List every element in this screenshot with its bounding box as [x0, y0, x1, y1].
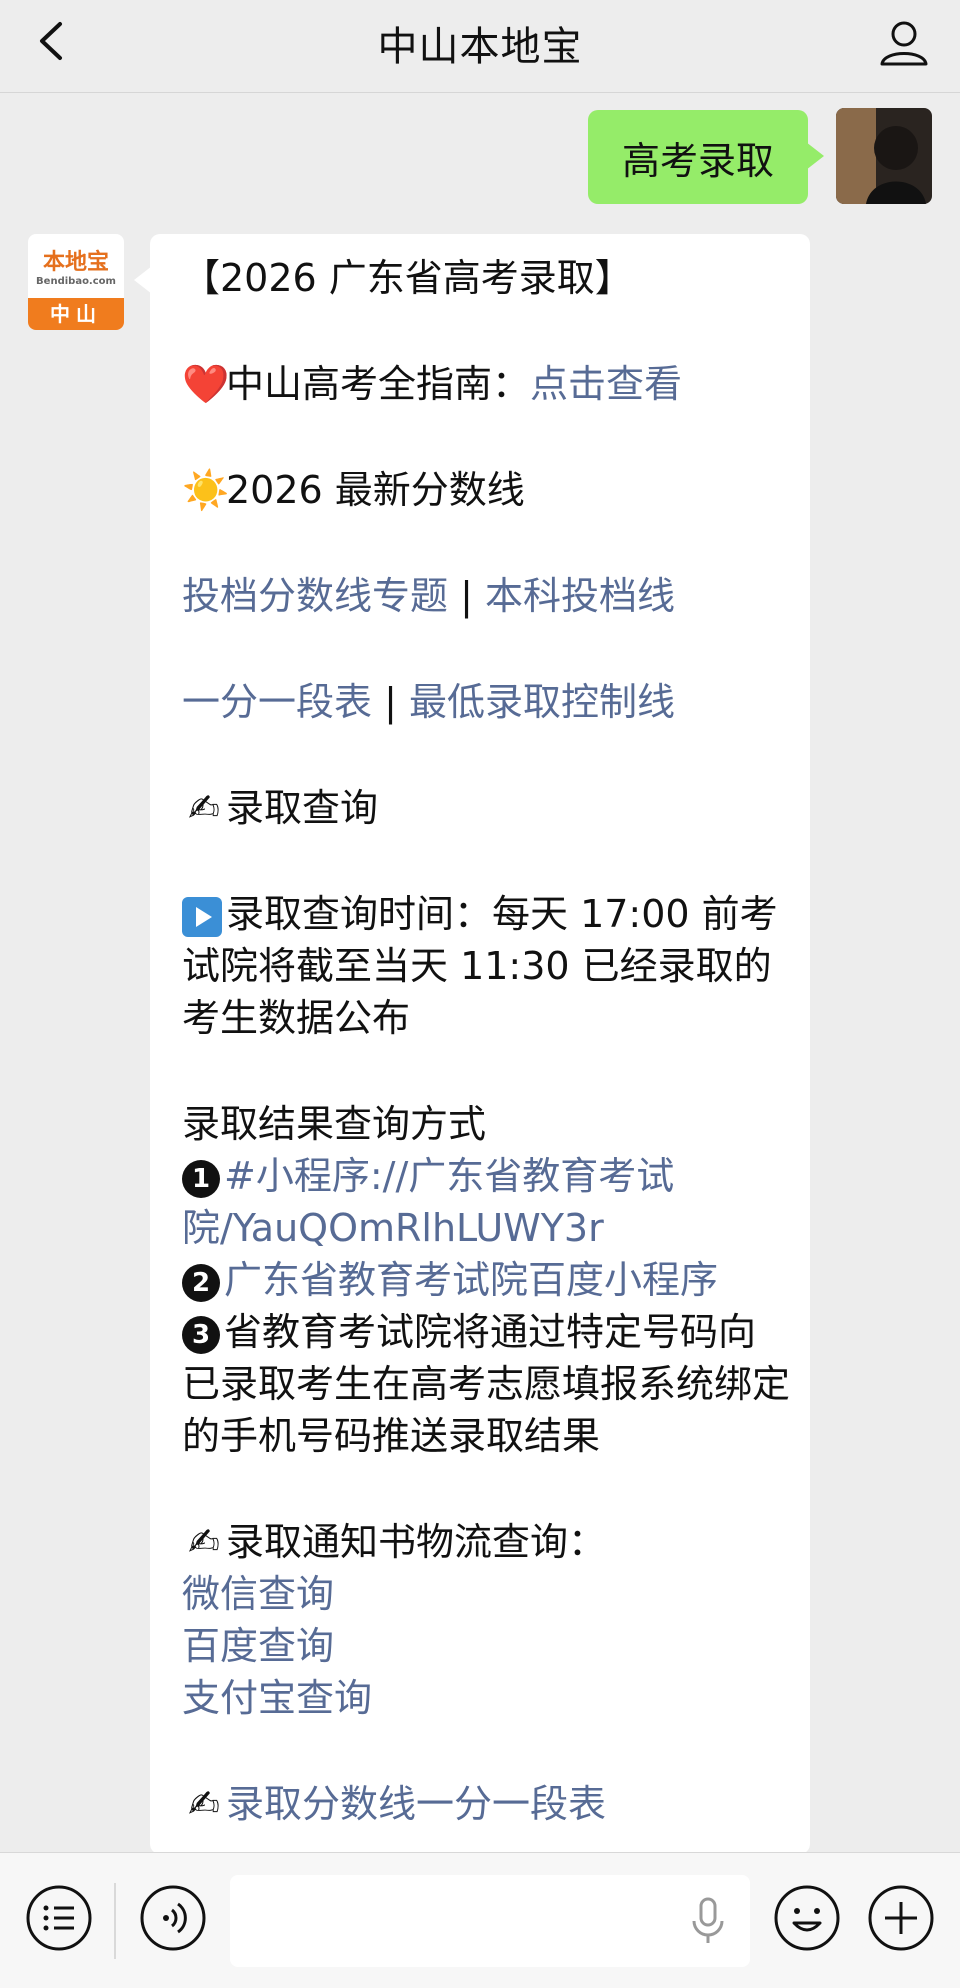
number-3-icon: 3 [182, 1315, 220, 1354]
menu-list-icon[interactable] [24, 1883, 94, 1953]
outgoing-message-text: 高考录取 [621, 138, 774, 183]
message-body: 【2026 广东省高考录取】 ❤️中山高考全指南：点击查看 ☀️2026 最新分… [182, 252, 790, 1830]
voice-input-icon[interactable] [138, 1883, 208, 1953]
sun-icon: ☀️ [182, 468, 230, 512]
toudang-topic-link[interactable]: 投档分数线专题 [182, 574, 448, 618]
emoji-icon[interactable] [772, 1883, 842, 1953]
method-1: 1 #小程序://广东省教育考试院/YauQOmRlhLUWY3r [182, 1150, 790, 1254]
bot-logo-band: 中山 [28, 298, 124, 330]
guide-link[interactable]: 点击查看 [530, 362, 682, 406]
outgoing-message-bubble[interactable]: 高考录取 [588, 110, 824, 204]
microphone-icon[interactable] [688, 1893, 728, 1949]
wechat-query-link[interactable]: 微信查询 [182, 1572, 334, 1616]
last-heading: ✍ 录取分数线一分一段表 [182, 1778, 790, 1830]
bot-avatar[interactable]: 本地宝 Bendibao.com 中山 [28, 234, 124, 330]
baidu-query-link[interactable]: 百度查询 [182, 1624, 334, 1668]
message-input[interactable] [230, 1875, 750, 1967]
benke-link[interactable]: 本科投档线 [485, 574, 675, 618]
writing-hand-icon: ✍ [188, 1520, 220, 1564]
message-title: 【2026 广东省高考录取】 [182, 256, 633, 300]
bot-logo-text: 本地宝 [42, 250, 109, 275]
query-heading: ✍ 录取查询 [182, 782, 790, 834]
guide-prefix: 中山高考全指南： [226, 362, 531, 406]
chat-header: 中山本地宝 [0, 0, 960, 93]
notice-heading: ✍ 录取通知书物流查询： [182, 1516, 790, 1568]
chat-title: 中山本地宝 [377, 24, 583, 70]
guide-line: ❤️中山高考全指南：点击查看 [182, 358, 790, 410]
query-time: 录取查询时间：每天 17:00 前考试院将截至当天 11:30 已经录取的考生数… [182, 892, 778, 1040]
score-links-row-2: 一分一段表 | 最低录取控制线 [182, 680, 675, 724]
baidu-mini-program-link[interactable]: 广东省教育考试院百度小程序 [224, 1258, 718, 1302]
writing-hand-icon: ✍ [188, 786, 220, 830]
alipay-query-link[interactable]: 支付宝查询 [182, 1676, 372, 1720]
yifen-link[interactable]: 一分一段表 [182, 680, 372, 724]
writing-hand-icon: ✍ [188, 1782, 220, 1826]
score-heading: ☀️2026 最新分数线 [182, 464, 790, 516]
number-1-icon: 1 [182, 1159, 220, 1198]
mini-program-link[interactable]: #小程序://广东省教育考试院/YauQOmRlhLUWY3r [182, 1154, 674, 1250]
number-2-icon: 2 [182, 1263, 220, 1302]
add-icon[interactable] [866, 1883, 936, 1953]
play-icon [182, 896, 222, 937]
score-table-link[interactable]: 录取分数线一分一段表 [226, 1782, 606, 1826]
avatar-photo [836, 108, 932, 204]
method-2: 2 广东省教育考试院百度小程序 [182, 1254, 790, 1306]
result-methods-heading: 录取结果查询方式 [182, 1102, 487, 1146]
bot-logo-sub: Bendibao.com [36, 276, 116, 287]
input-toolbar [0, 1852, 960, 1988]
toolbar-divider [114, 1883, 116, 1959]
my-avatar[interactable] [836, 108, 932, 204]
heart-icon: ❤️ [182, 362, 230, 406]
score-links-row-1: 投档分数线专题 | 本科投档线 [182, 574, 675, 618]
method-3: 3 省教育考试院将通过特定号码向已录取考生在高考志愿填报系统绑定的手机号码推送录取… [182, 1310, 791, 1458]
zuidi-link[interactable]: 最低录取控制线 [409, 680, 675, 724]
user-profile-icon[interactable] [876, 14, 932, 70]
incoming-message-bubble: 【2026 广东省高考录取】 ❤️中山高考全指南：点击查看 ☀️2026 最新分… [134, 234, 810, 1854]
